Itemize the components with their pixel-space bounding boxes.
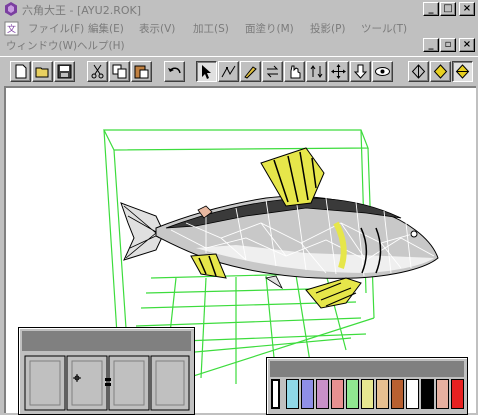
maximize-button[interactable]: □ <box>440 2 456 16</box>
close-icon: × <box>462 39 472 50</box>
select-tool-button[interactable] <box>196 61 217 82</box>
copy-button[interactable] <box>109 61 130 82</box>
flip-arrows-icon <box>266 65 279 78</box>
rotate-hand-icon <box>290 65 301 79</box>
mdi-close-button[interactable]: × <box>459 38 475 52</box>
save-disk-icon <box>57 64 72 79</box>
save-button[interactable] <box>54 61 75 82</box>
restore-icon: ▫ <box>444 39 452 50</box>
color-swatch[interactable] <box>451 379 464 409</box>
color-swatch[interactable] <box>421 379 434 409</box>
move-cross-icon <box>331 64 346 79</box>
menu-help[interactable]: ヘルプ(H) <box>77 38 125 53</box>
menu-bar: 文 ファイル(F) 編集(E) 表示(V) 加工(S) 面塗り(M) 投影(P)… <box>0 18 478 54</box>
copy-icon <box>112 64 127 79</box>
menu-file[interactable]: ファイル(F) <box>28 21 84 36</box>
color-swatch[interactable] <box>301 379 314 409</box>
new-file-button[interactable] <box>10 61 31 82</box>
push-pull-button[interactable] <box>350 61 371 82</box>
palette-caption[interactable] <box>270 361 464 377</box>
add-vertex-icon <box>221 65 236 78</box>
mdi-restore-button[interactable]: ▫ <box>440 38 456 52</box>
shade-gray-button[interactable] <box>408 61 429 82</box>
knife-icon <box>244 66 257 79</box>
menu-process[interactable]: 加工(S) <box>193 21 229 36</box>
shade-yellow-selected-button[interactable] <box>452 61 473 82</box>
cut-button[interactable] <box>87 61 108 82</box>
menu-window[interactable]: ウィンドウ(W) <box>6 38 77 53</box>
rotate-tool-button[interactable] <box>284 61 305 82</box>
open-folder-icon <box>35 67 49 78</box>
close-button[interactable]: × <box>459 2 475 16</box>
undo-button[interactable] <box>164 61 185 82</box>
color-swatch[interactable] <box>361 379 374 409</box>
toolbar <box>0 56 478 84</box>
swatch-selected[interactable] <box>271 379 280 409</box>
new-file-icon <box>15 64 27 79</box>
menu-view[interactable]: 表示(V) <box>139 21 175 36</box>
paste-button[interactable] <box>131 61 152 82</box>
minimize-button[interactable]: _ <box>423 2 439 16</box>
cut-scissors-icon <box>91 64 104 79</box>
color-palette-panel <box>266 357 468 415</box>
fish-model[interactable] <box>120 147 439 309</box>
select-arrow-icon <box>202 65 211 79</box>
color-swatch[interactable] <box>436 379 449 409</box>
undo-icon <box>168 67 181 74</box>
shade-yellow-selected-icon <box>455 64 470 79</box>
view-panel-caption[interactable] <box>22 331 191 351</box>
color-swatch[interactable] <box>346 379 359 409</box>
knife-tool-button[interactable] <box>240 61 261 82</box>
shade-yellow-button[interactable] <box>430 61 451 82</box>
color-swatch[interactable] <box>316 379 329 409</box>
minimize-icon: _ <box>428 3 434 14</box>
svg-text:文: 文 <box>7 23 16 35</box>
symmetry-icon <box>310 65 323 78</box>
menu-projection[interactable]: 投影(P) <box>310 21 346 36</box>
title-bar: 六角大王 - [AYU2.ROK] _ □ × <box>0 0 478 18</box>
maximize-icon: □ <box>443 3 453 14</box>
move-tool-button[interactable] <box>328 61 349 82</box>
add-vertex-button[interactable] <box>218 61 239 82</box>
document-icon[interactable]: 文 <box>4 21 19 36</box>
open-button[interactable] <box>32 61 53 82</box>
push-pull-icon <box>353 64 368 79</box>
menu-tools[interactable]: ツール(T) <box>361 21 407 36</box>
paste-icon <box>134 65 149 79</box>
minimize-icon: _ <box>428 39 434 50</box>
shade-gray-icon <box>411 64 426 79</box>
shade-yellow-icon <box>433 64 448 79</box>
view-button[interactable] <box>372 61 393 82</box>
color-swatch[interactable] <box>331 379 344 409</box>
color-swatch[interactable] <box>376 379 389 409</box>
view-eye-icon <box>375 67 390 76</box>
color-swatch[interactable] <box>406 379 419 409</box>
menu-paint[interactable]: 面塗り(M) <box>245 21 294 36</box>
flip-tool-button[interactable] <box>262 61 283 82</box>
app-logo-icon <box>5 2 17 16</box>
mdi-minimize-button[interactable]: _ <box>423 38 439 52</box>
color-swatch[interactable] <box>286 379 299 409</box>
color-swatch[interactable] <box>391 379 404 409</box>
symmetry-tool-button[interactable] <box>306 61 327 82</box>
view-navigator[interactable] <box>23 354 191 412</box>
menu-edit[interactable]: 編集(E) <box>88 21 124 36</box>
view-navigator-panel <box>18 327 195 415</box>
close-icon: × <box>462 3 472 14</box>
window-title: 六角大王 - [AYU2.ROK] <box>22 4 141 17</box>
